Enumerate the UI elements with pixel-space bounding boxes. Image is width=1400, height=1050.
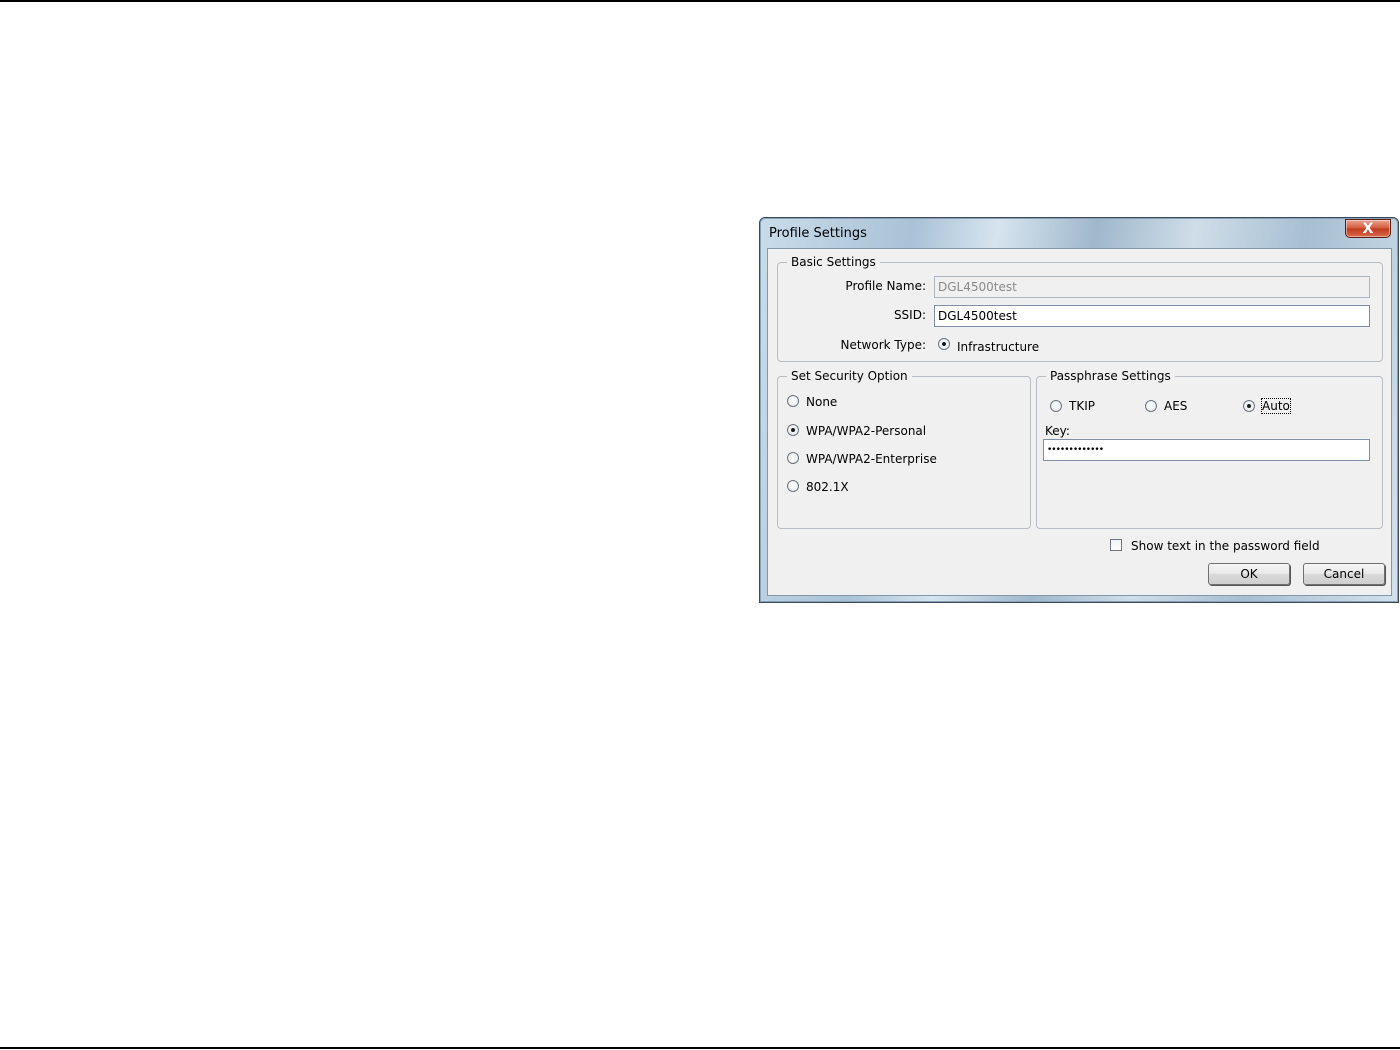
basic-settings-legend: Basic Settings xyxy=(787,255,880,269)
key-password-field[interactable]: ••••••••••••• xyxy=(1043,439,1370,461)
page-bottom-rule xyxy=(0,1047,1400,1049)
security-wpa-personal-radio[interactable] xyxy=(787,424,799,436)
security-wpa-enterprise-radio[interactable] xyxy=(787,452,799,464)
close-button[interactable]: X xyxy=(1345,219,1391,238)
security-8021x-radio[interactable] xyxy=(787,480,799,492)
cipher-aes-label[interactable]: AES xyxy=(1164,399,1187,413)
ssid-field[interactable]: DGL4500test xyxy=(934,305,1370,327)
passphrase-settings-legend: Passphrase Settings xyxy=(1046,369,1175,383)
infrastructure-radio[interactable] xyxy=(938,338,950,350)
security-none-radio[interactable] xyxy=(787,395,799,407)
profile-settings-dialog: Profile Settings X Basic Settings Profil… xyxy=(759,217,1399,603)
basic-settings-group: Basic Settings Profile Name: DGL4500test… xyxy=(777,255,1383,362)
security-wpa-enterprise-label[interactable]: WPA/WPA2-Enterprise xyxy=(806,452,937,466)
cancel-button[interactable]: Cancel xyxy=(1303,563,1385,585)
profile-name-label: Profile Name: xyxy=(845,279,926,293)
ssid-label: SSID: xyxy=(893,308,926,322)
security-option-legend: Set Security Option xyxy=(787,369,912,383)
cipher-aes-radio[interactable] xyxy=(1145,400,1157,412)
profile-name-field[interactable]: DGL4500test xyxy=(934,276,1370,298)
network-type-label: Network Type: xyxy=(840,338,926,352)
show-text-checkbox[interactable] xyxy=(1110,539,1122,551)
dialog-client-area: Basic Settings Profile Name: DGL4500test… xyxy=(767,248,1392,596)
key-label: Key: xyxy=(1045,424,1070,438)
passphrase-settings-group: Passphrase Settings TKIP AES Auto Key: •… xyxy=(1036,369,1383,529)
cipher-tkip-radio[interactable] xyxy=(1050,400,1062,412)
show-text-label[interactable]: Show text in the password field xyxy=(1131,539,1320,553)
page-top-rule xyxy=(0,0,1400,2)
dialog-titlebar[interactable]: Profile Settings X xyxy=(760,218,1398,248)
cipher-auto-radio[interactable] xyxy=(1243,400,1255,412)
dialog-title: Profile Settings xyxy=(769,226,867,241)
security-8021x-label[interactable]: 802.1X xyxy=(806,480,849,494)
cipher-tkip-label[interactable]: TKIP xyxy=(1069,399,1095,413)
ok-button[interactable]: OK xyxy=(1208,563,1290,585)
security-wpa-personal-label[interactable]: WPA/WPA2-Personal xyxy=(806,424,926,438)
cipher-auto-label[interactable]: Auto xyxy=(1261,398,1291,414)
close-icon: X xyxy=(1362,220,1374,237)
security-option-group: Set Security Option None WPA/WPA2-Person… xyxy=(777,369,1031,529)
infrastructure-label: Infrastructure xyxy=(957,340,1040,354)
security-none-label[interactable]: None xyxy=(806,395,837,409)
